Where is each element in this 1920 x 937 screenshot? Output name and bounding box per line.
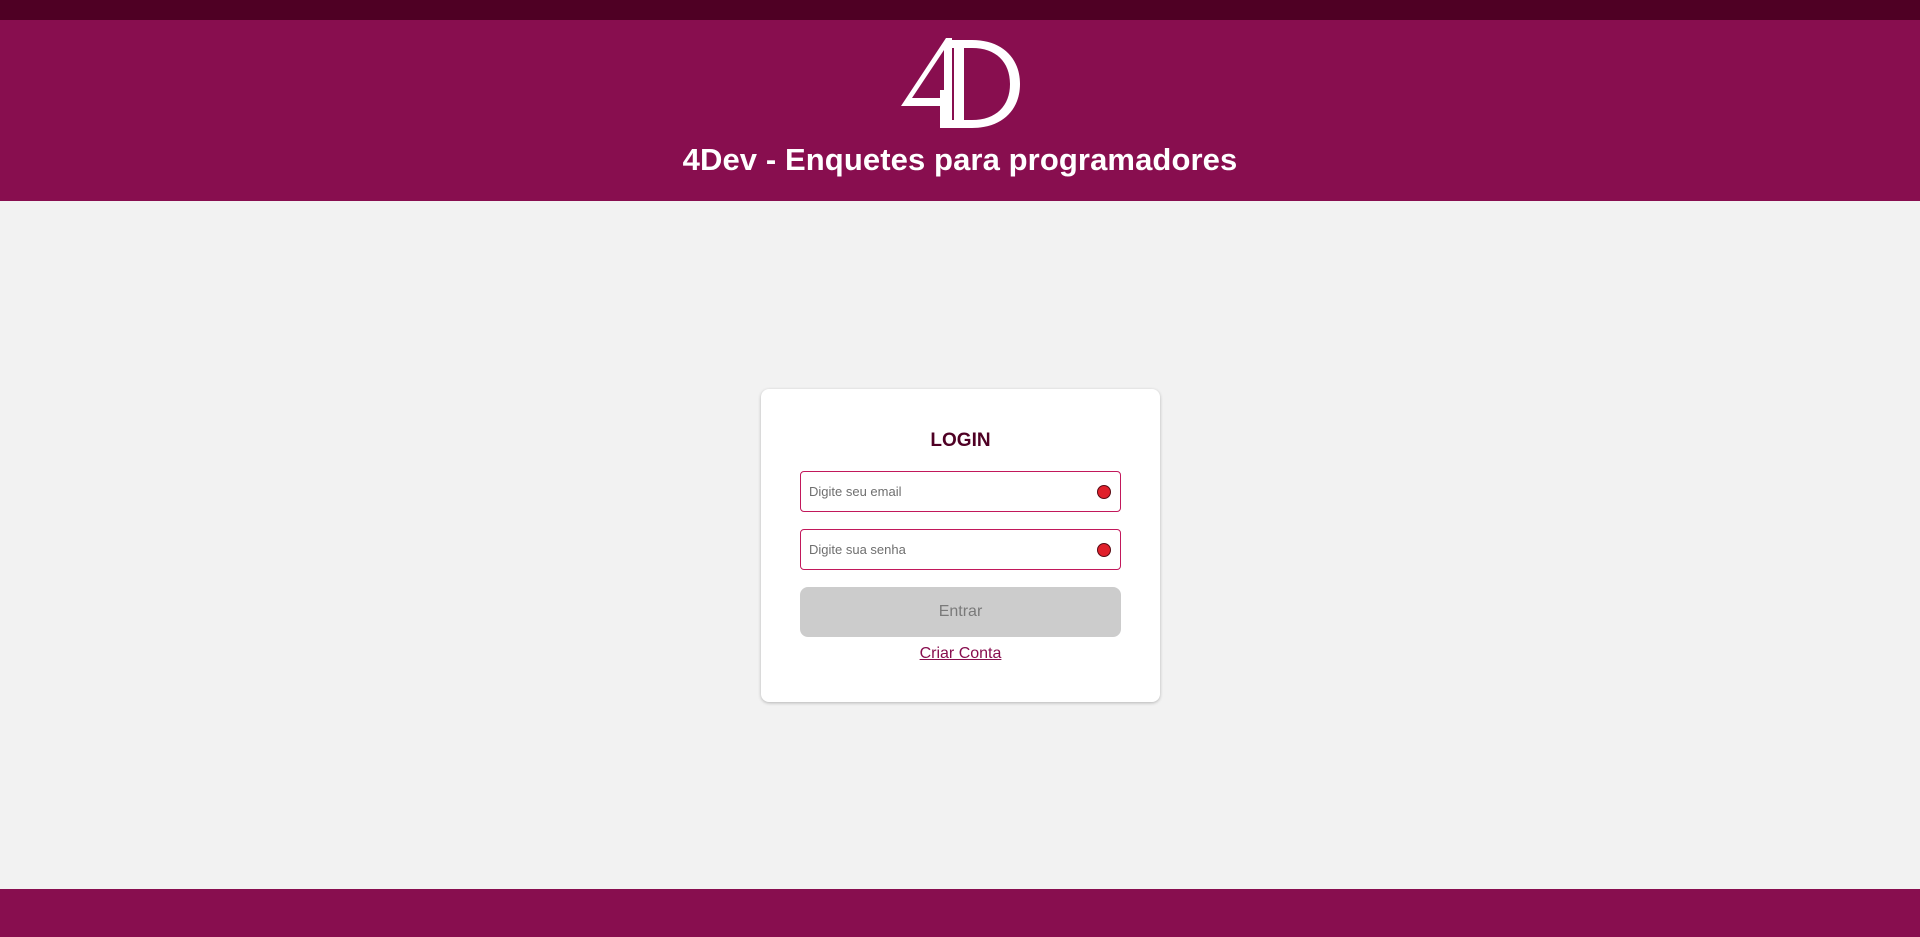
login-card: LOGIN Entrar Criar Conta [761, 389, 1160, 702]
create-account-link[interactable]: Criar Conta [800, 645, 1121, 663]
logo-4d-icon [901, 38, 1020, 128]
app-title: 4Dev - Enquetes para programadores [682, 142, 1238, 177]
login-button[interactable]: Entrar [800, 587, 1121, 637]
password-field-wrapper [800, 529, 1121, 570]
login-title: LOGIN [930, 430, 991, 451]
app-logo [898, 34, 1022, 130]
email-error-status-icon [1097, 485, 1111, 499]
password-input[interactable] [801, 530, 1120, 569]
email-field-wrapper [800, 471, 1121, 512]
email-input[interactable] [801, 472, 1120, 511]
app-header: 4Dev - Enquetes para programadores [0, 20, 1920, 201]
password-error-status-icon [1097, 543, 1111, 557]
app-footer [0, 889, 1920, 937]
top-strip [0, 0, 1920, 20]
